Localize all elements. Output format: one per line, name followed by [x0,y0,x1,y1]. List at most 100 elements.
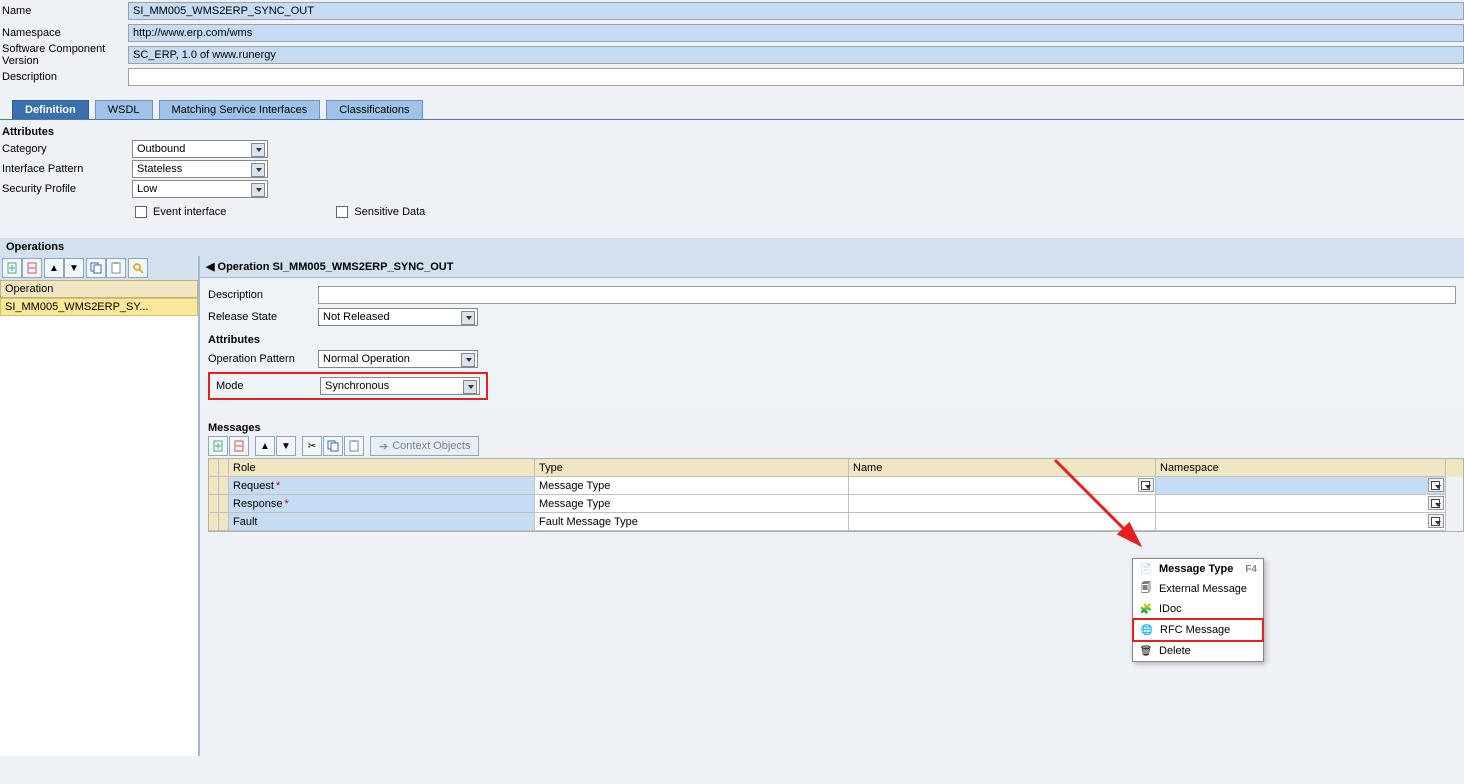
row-select[interactable] [209,495,219,513]
category-dropdown[interactable]: Outbound [132,140,268,158]
table-row: Response* Message Type [209,495,1463,513]
value-help-button[interactable] [1428,514,1444,528]
row-handle[interactable] [219,477,229,495]
search-button[interactable] [128,258,148,278]
delete-icon: 🗑 [1139,644,1153,658]
op-description-label: Description [208,289,318,301]
move-up-button[interactable]: ▲ [44,258,64,278]
shortcut-hint: F4 [1245,564,1257,575]
msg-copy-button[interactable] [323,436,343,456]
menu-delete[interactable]: 🗑Delete [1133,641,1263,661]
msg-delete-button[interactable] [229,436,249,456]
role-cell: Response* [229,495,535,513]
col-namespace: Namespace [1156,459,1446,477]
release-state-dropdown[interactable]: Not Released [318,308,478,326]
operation-list-empty [0,316,198,756]
messages-header: Messages [208,422,1464,434]
msg-cut-button[interactable]: ✂ [302,436,322,456]
menu-rfc-message[interactable]: 🌐RFC Message [1132,618,1264,642]
messages-table: Role Type Name Namespace Request* Messag… [208,458,1464,532]
name-cell[interactable] [849,495,1156,513]
tab-wsdl[interactable]: WSDL [95,100,153,119]
value-help-button[interactable] [1428,496,1444,510]
sensitive-data-checkbox[interactable] [336,206,348,218]
attributes-header: Attributes [2,126,1464,138]
ops-toolbar: ▲▼ [0,256,198,280]
operations-header: Operations [0,238,1464,256]
swcv-field: SC_ERP, 1.0 of www.runergy [128,46,1464,64]
move-down-button[interactable]: ▼ [64,258,84,278]
col-type: Type [535,459,849,477]
operation-pattern-dropdown[interactable]: Normal Operation [318,350,478,368]
namespace-field: http://www.erp.com/wms [128,24,1464,42]
add-row-button[interactable] [2,258,22,278]
description-input[interactable] [128,68,1464,86]
op-description-input[interactable] [318,286,1456,304]
idoc-icon: 🧩 [1139,602,1153,616]
type-cell: Message Type [535,495,849,513]
menu-message-type[interactable]: 📄Message TypeF4 [1133,559,1263,579]
name-field: SI_MM005_WMS2ERP_SYNC_OUT [128,2,1464,20]
msg-select-all[interactable] [209,459,219,477]
external-message-icon: 🗐 [1139,582,1153,596]
rfc-icon: 🌐 [1140,623,1154,637]
type-cell: Fault Message Type [535,513,849,531]
msg-row-handle-header [219,459,229,477]
message-type-icon: 📄 [1139,562,1153,576]
mode-dropdown[interactable]: Synchronous [320,377,480,395]
operation-column-header: Operation [0,280,198,298]
tab-definition[interactable]: Definition [12,100,89,119]
msg-down-button[interactable]: ▼ [276,436,296,456]
tab-classifications[interactable]: Classifications [326,100,422,119]
interface-pattern-dropdown[interactable]: Stateless [132,160,268,178]
menu-external-message[interactable]: 🗐External Message [1133,579,1263,599]
row-select[interactable] [209,477,219,495]
type-cell: Message Type [535,477,849,495]
tabstrip: Definition WSDL Matching Service Interfa… [0,98,1464,120]
security-profile-label: Security Profile [2,183,132,195]
tab-matching-interfaces[interactable]: Matching Service Interfaces [159,100,321,119]
row-select[interactable] [209,513,219,531]
security-profile-value: Low [137,183,157,195]
op-attributes-header: Attributes [208,334,1456,346]
delete-row-button[interactable] [22,258,42,278]
msg-add-button[interactable] [208,436,228,456]
table-row: Request* Message Type [209,477,1463,495]
col-role: Role [229,459,535,477]
security-profile-dropdown[interactable]: Low [132,180,268,198]
menu-idoc[interactable]: 🧩IDoc [1133,599,1263,619]
name-label: Name [2,5,128,17]
row-handle[interactable] [219,495,229,513]
paste-button[interactable] [106,258,126,278]
messages-toolbar: ▲▼ ✂ ➔Context Objects [208,436,1464,456]
name-cell[interactable] [849,513,1156,531]
role-cell: Request* [229,477,535,495]
namespace-cell[interactable] [1156,477,1446,495]
copy-button[interactable] [86,258,106,278]
namespace-cell[interactable] [1156,495,1446,513]
value-help-button[interactable] [1138,478,1154,492]
release-state-label: Release State [208,311,318,323]
mode-label: Mode [216,380,320,392]
role-cell: Fault [229,513,535,531]
description-label: Description [2,71,128,83]
namespace-label: Namespace [2,27,128,39]
msg-paste-button[interactable] [344,436,364,456]
interface-pattern-label: Interface Pattern [2,163,132,175]
name-cell[interactable] [849,477,1156,495]
category-value: Outbound [137,143,185,155]
operation-list-item[interactable]: SI_MM005_WMS2ERP_SY... [0,298,198,316]
value-help-button[interactable] [1428,478,1444,492]
namespace-cell[interactable] [1156,513,1446,531]
operation-pattern-label: Operation Pattern [208,353,318,365]
sensitive-data-label: Sensitive Data [354,206,425,218]
swcv-label: Software Component Version [2,43,128,67]
category-label: Category [2,143,132,155]
mode-value: Synchronous [325,380,389,392]
event-interface-checkbox[interactable] [135,206,147,218]
mode-highlight-box: Mode Synchronous [208,372,488,400]
event-interface-label: Event interface [153,206,226,218]
row-handle[interactable] [219,513,229,531]
msg-up-button[interactable]: ▲ [255,436,275,456]
context-objects-button[interactable]: ➔Context Objects [370,436,479,456]
